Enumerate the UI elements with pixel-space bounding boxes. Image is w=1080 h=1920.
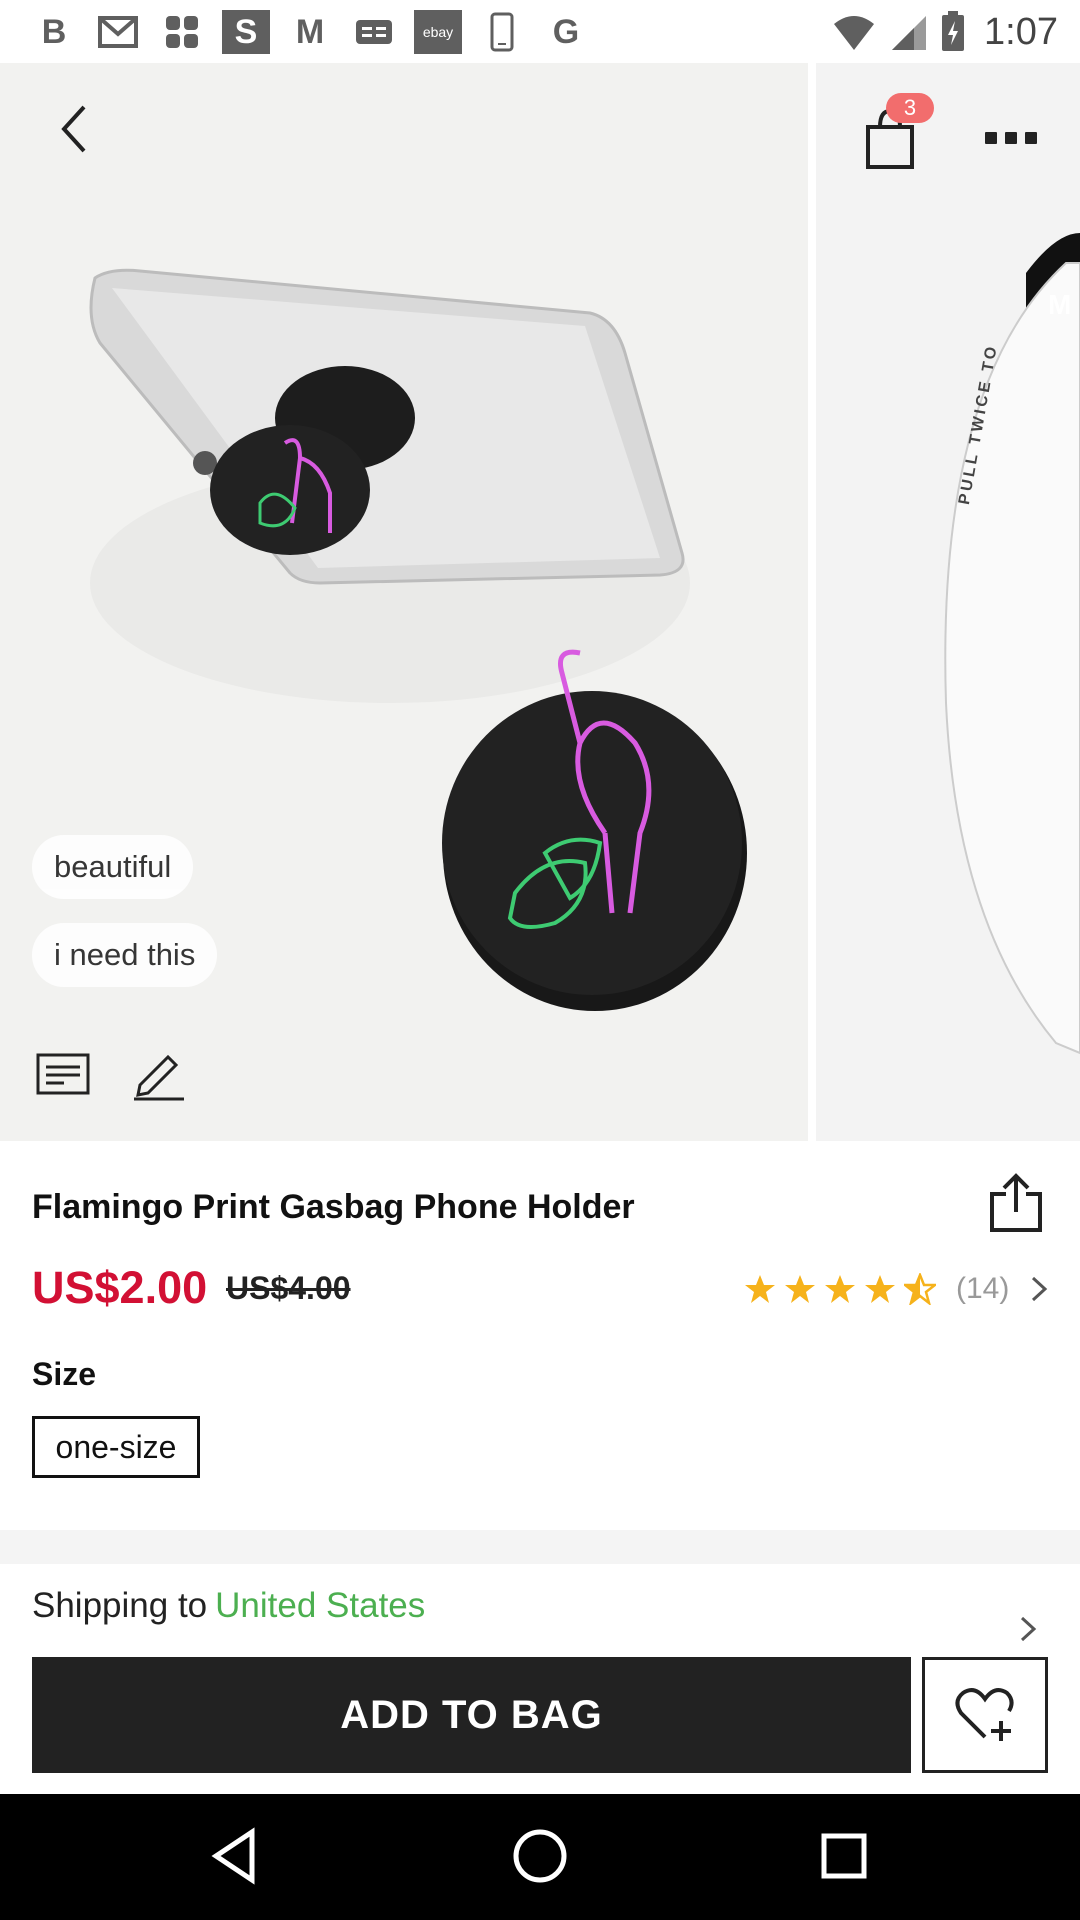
sale-price: US$2.00 (32, 1262, 208, 1313)
back-button[interactable] (48, 93, 108, 163)
product-title: Flamingo Print Gasbag Phone Holder (32, 1188, 635, 1226)
edit-icon[interactable] (130, 1045, 190, 1101)
shipping-row[interactable]: Shipping to United States (32, 1586, 425, 1626)
star-full-icon (745, 1275, 775, 1303)
description-icon[interactable] (34, 1045, 94, 1101)
more-dot-icon (1025, 132, 1037, 144)
rating-summary[interactable]: (14) (744, 1268, 1051, 1310)
m-icon: M (295, 12, 325, 51)
s-icon: S (222, 10, 270, 54)
chevron-right-icon (1020, 1616, 1037, 1642)
clock: 1:07 (984, 10, 1058, 53)
wifi-icon (834, 16, 875, 50)
cart-count-badge: 3 (886, 93, 934, 123)
status-bar: B S M ebay G 1:07 (0, 0, 1080, 63)
heart-plus-icon (955, 1688, 1014, 1741)
review-tag-chip[interactable]: beautiful (32, 835, 194, 899)
review-count: (14) (956, 1272, 1010, 1305)
next-slide-badge: M (1048, 289, 1072, 320)
share-button[interactable] (988, 1172, 1044, 1234)
original-price: US$4.00 (226, 1270, 351, 1306)
b-icon: B (41, 12, 67, 51)
product-image-gallery[interactable]: M PULL TWICE TO 3 beautiful i need this (0, 63, 1080, 1141)
star-full-icon (785, 1275, 815, 1303)
pinwheel-icon (158, 10, 206, 54)
add-to-bag-button[interactable]: ADD TO BAG (32, 1657, 911, 1773)
phone-icon (478, 10, 526, 54)
size-label: Size (32, 1356, 97, 1392)
review-tag-chip[interactable]: i need this (32, 923, 218, 987)
size-option-one-size[interactable]: one-size (32, 1416, 200, 1478)
signal-icon (892, 16, 927, 50)
google-icon: G (552, 12, 580, 51)
more-dot-icon (1005, 132, 1017, 144)
next-slide-image (944, 233, 1080, 1055)
share-icon (990, 1173, 1042, 1232)
system-status: 1:07 (832, 8, 1058, 56)
gmail-icon (94, 10, 142, 54)
chevron-right-icon (1032, 1276, 1048, 1302)
system-navigation-bar (0, 1794, 1080, 1920)
battery-icon (942, 11, 965, 51)
ge-icon (350, 10, 398, 54)
home-circle-icon[interactable] (508, 1824, 572, 1888)
slide-divider (808, 63, 816, 1141)
notification-icons: B S M ebay G (30, 8, 590, 56)
more-options-button[interactable] (985, 123, 1045, 153)
shipping-label: Shipping to (32, 1586, 208, 1625)
star-full-icon (825, 1275, 855, 1303)
add-to-wishlist-button[interactable] (922, 1657, 1048, 1773)
back-triangle-icon[interactable] (204, 1824, 268, 1888)
more-dot-icon (985, 132, 997, 144)
star-half-icon (904, 1273, 936, 1305)
section-divider (0, 1530, 1080, 1564)
shipping-country: United States (215, 1586, 426, 1625)
next-slide-preview[interactable]: M PULL TWICE TO (816, 63, 1080, 1141)
recents-square-icon[interactable] (812, 1824, 876, 1888)
star-full-icon (865, 1275, 895, 1303)
ebay-icon: ebay (414, 10, 462, 54)
